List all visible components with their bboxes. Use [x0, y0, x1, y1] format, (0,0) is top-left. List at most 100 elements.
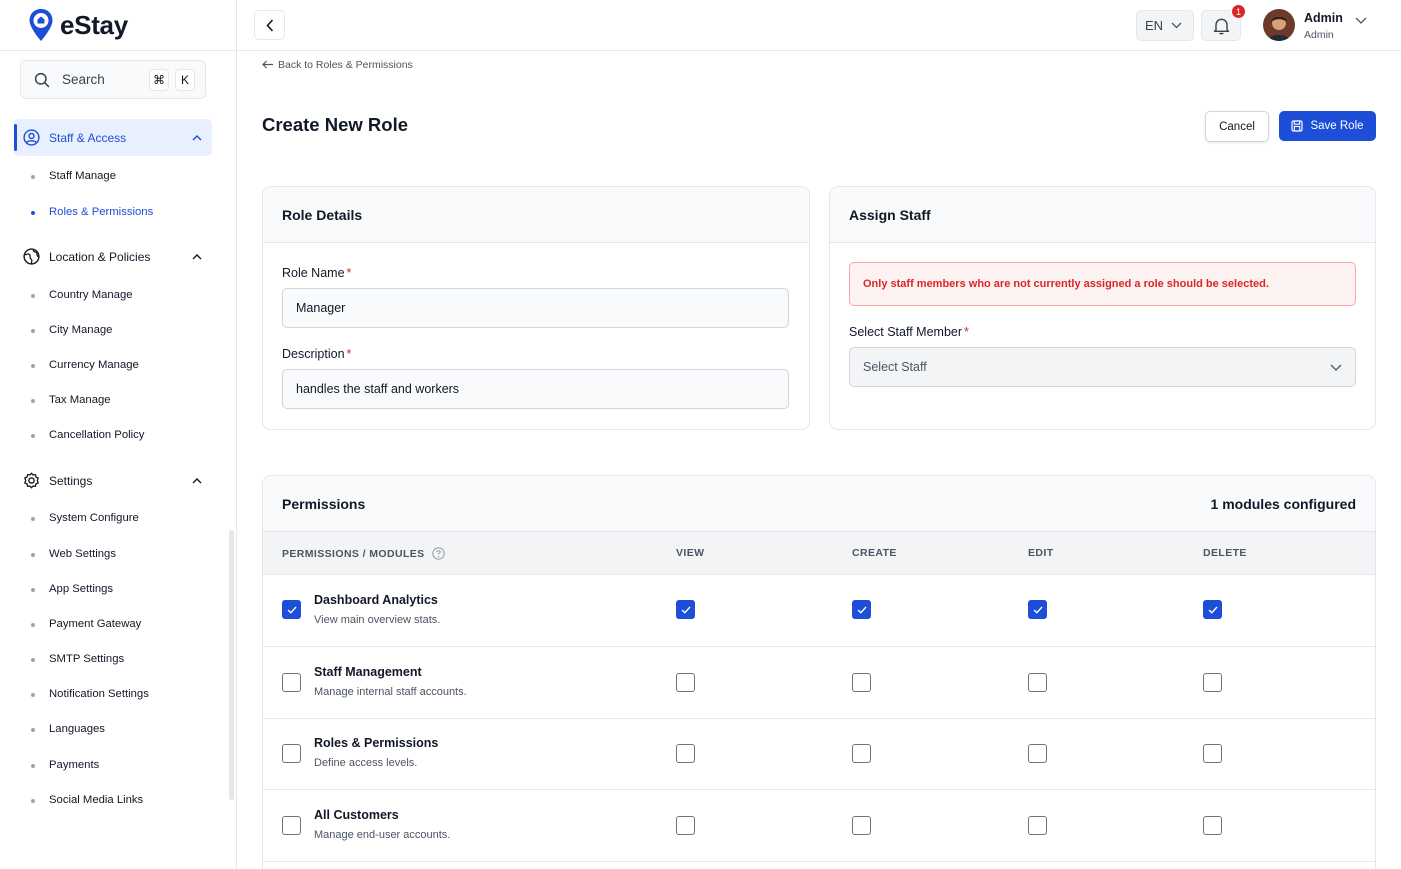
user-role: Admin: [1304, 29, 1334, 41]
sidebar-item-staff-manage[interactable]: Staff Manage: [31, 170, 116, 182]
notification-badge: 1: [1231, 4, 1246, 19]
chevron-down-icon[interactable]: [1355, 17, 1367, 25]
sidebar-group-label: Location & Policies: [49, 249, 151, 264]
select-staff-placeholder: Select Staff: [863, 360, 927, 374]
edit-checkbox[interactable]: [1028, 744, 1047, 763]
sidebar-item-languages[interactable]: Languages: [31, 723, 105, 735]
module-select-checkbox[interactable]: [282, 815, 301, 835]
sidebar-item-social-media-links[interactable]: Social Media Links: [30, 794, 143, 806]
create-checkbox[interactable]: [852, 672, 871, 692]
role-details-title: Role Details: [263, 187, 809, 243]
sidebar-item-roles-permissions[interactable]: Roles & Permissions: [30, 206, 153, 218]
brand-logo[interactable]: eStay: [28, 7, 128, 43]
table-row: Dashboard Analytics View main overview st…: [263, 575, 1375, 647]
delete-checkbox[interactable]: [1203, 744, 1222, 763]
required-marker: *: [964, 325, 969, 339]
page-title: Create New Role: [262, 114, 408, 135]
role-name-input[interactable]: Manager: [282, 288, 789, 328]
delete-checkbox[interactable]: [1203, 815, 1222, 835]
sidebar-item-payments[interactable]: Payments: [30, 759, 99, 771]
column-modules-label: PERMISSIONS / MODULES: [282, 547, 425, 560]
check-icon: [681, 606, 691, 614]
permissions-title: Permissions: [282, 495, 366, 512]
search-label: Search: [62, 72, 105, 87]
sidebar-item-city-manage[interactable]: City Manage: [30, 324, 112, 336]
collapse-sidebar-button[interactable]: [254, 10, 285, 40]
create-checkbox[interactable]: [852, 815, 871, 835]
bell-icon: [1213, 18, 1229, 34]
arrow-left-icon: [262, 60, 273, 69]
sidebar-item-country-manage[interactable]: Country Manage: [31, 289, 133, 301]
column-edit: EDIT: [1028, 547, 1054, 559]
sidebar-group-label: Settings: [49, 473, 93, 488]
location-pin-logo-icon: [29, 9, 53, 41]
breadcrumb-back-link[interactable]: Back to Roles & Permissions: [262, 58, 413, 71]
module-name: All Customers: [314, 807, 399, 822]
save-role-button[interactable]: Save Role: [1279, 111, 1376, 141]
sidebar-item-notification-settings[interactable]: Notification Settings: [31, 688, 149, 700]
check-icon: [287, 606, 297, 614]
cancel-button[interactable]: Cancel: [1205, 111, 1269, 142]
view-checkbox[interactable]: [676, 672, 695, 692]
delete-checkbox[interactable]: [1203, 600, 1222, 619]
brand-name: eStay: [60, 9, 128, 40]
edit-checkbox[interactable]: [1028, 815, 1047, 835]
module-name: Roles & Permissions: [314, 736, 439, 750]
delete-checkbox[interactable]: [1203, 672, 1222, 692]
language-selector[interactable]: EN: [1136, 10, 1194, 41]
save-role-label: Save Role: [1310, 120, 1364, 132]
user-circle-icon: [23, 129, 40, 146]
view-checkbox[interactable]: [676, 744, 695, 763]
shortcut-k-key: K: [175, 68, 195, 91]
assign-staff-title: Assign Staff: [830, 187, 1375, 243]
table-row: All Customers Manage end-user accounts.: [263, 790, 1375, 862]
table-row: Staff Management Manage internal staff ac…: [263, 647, 1375, 719]
sidebar-item-app-settings[interactable]: App Settings: [30, 583, 113, 595]
globe-icon: [23, 248, 40, 265]
module-name: Staff Management: [314, 664, 422, 679]
breadcrumb-label: Back to Roles & Permissions: [278, 58, 413, 71]
module-select-checkbox[interactable]: [282, 672, 301, 692]
sidebar-item-currency-manage[interactable]: Currency Manage: [31, 359, 139, 371]
sidebar-group-staff-access[interactable]: Staff & Access: [14, 119, 212, 156]
sidebar-item-cancellation-policy[interactable]: Cancellation Policy: [30, 429, 144, 441]
save-icon: [1291, 120, 1304, 132]
sidebar-item-payment-gateway[interactable]: Payment Gateway: [30, 618, 141, 630]
view-checkbox[interactable]: [676, 600, 695, 619]
create-checkbox[interactable]: [852, 744, 871, 763]
check-icon: [1033, 606, 1043, 614]
select-staff-label-text: Select Staff Member: [849, 325, 963, 339]
edit-checkbox[interactable]: [1028, 600, 1047, 619]
check-icon: [1208, 606, 1218, 614]
sidebar-item-tax-manage[interactable]: Tax Manage: [31, 394, 111, 406]
column-view: VIEW: [676, 547, 705, 559]
select-staff-dropdown[interactable]: Select Staff: [849, 347, 1356, 387]
user-name[interactable]: Admin: [1304, 11, 1343, 25]
create-checkbox[interactable]: [852, 600, 871, 619]
check-icon: [857, 606, 867, 614]
required-marker: *: [346, 347, 352, 361]
gear-icon: [24, 472, 39, 489]
column-create: CREATE: [852, 547, 897, 559]
module-select-checkbox[interactable]: [282, 744, 301, 763]
module-select-checkbox[interactable]: [282, 600, 301, 619]
sidebar-item-web-settings[interactable]: Web Settings: [31, 548, 116, 560]
column-delete: DELETE: [1203, 547, 1247, 559]
search-box[interactable]: Search ⌘ K: [20, 60, 206, 99]
sidebar-group-settings[interactable]: Settings: [14, 462, 212, 499]
chevron-left-icon: [265, 18, 273, 32]
required-marker: *: [346, 266, 352, 280]
sidebar-item-system-configure[interactable]: System Configure: [31, 512, 139, 524]
description-label-text: Description: [282, 347, 345, 361]
avatar[interactable]: [1263, 9, 1295, 41]
view-checkbox[interactable]: [676, 815, 695, 835]
chevron-down-icon: [1171, 22, 1182, 29]
sidebar-item-smtp-settings[interactable]: SMTP Settings: [30, 653, 124, 665]
description-input[interactable]: handles the staff and workers: [282, 369, 789, 409]
sidebar-group-location-policies[interactable]: Location & Policies: [14, 238, 212, 275]
sidebar-scrollbar[interactable]: [229, 530, 234, 800]
help-circle-icon[interactable]: [431, 547, 445, 560]
edit-checkbox[interactable]: [1028, 672, 1047, 692]
user-avatar-icon: [1263, 9, 1295, 41]
notifications-button[interactable]: 1: [1201, 4, 1246, 41]
